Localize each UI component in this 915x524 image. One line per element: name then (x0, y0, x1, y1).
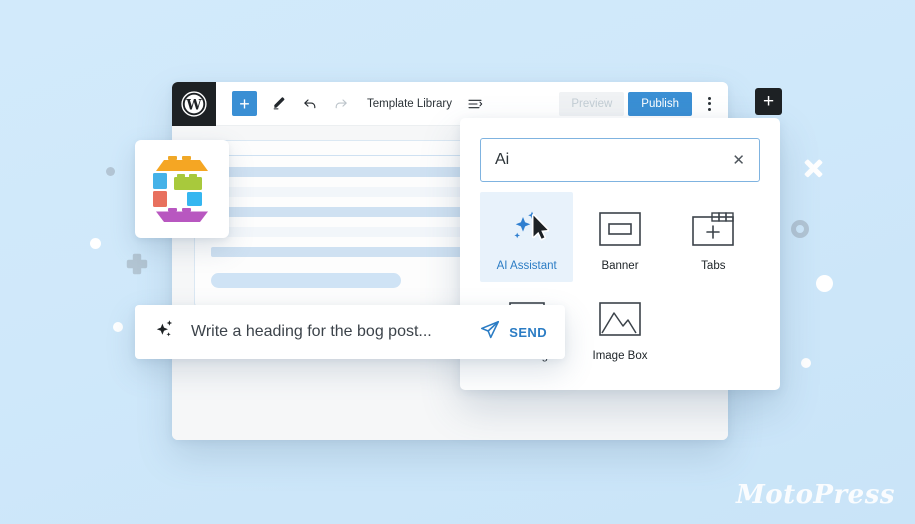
wordpress-icon[interactable]: W (172, 82, 216, 126)
plus-icon: + (762, 91, 775, 112)
decoration-dot-gray-left (106, 167, 115, 176)
decoration-dot-white-left (90, 238, 101, 249)
toolbar-actions: Preview Publish (559, 91, 728, 116)
publish-label: Publish (641, 97, 679, 110)
send-label: SEND (509, 324, 547, 340)
ai-prompt-input-value: Write a heading for the bog post... (191, 323, 432, 340)
block-tile-image-box[interactable]: Image Box (573, 282, 666, 372)
block-label: Tabs (701, 260, 726, 272)
svg-text:W: W (185, 97, 202, 113)
sparkles-icon (484, 206, 569, 252)
ai-prompt-bar[interactable]: Write a heading for the bog post... SEND (135, 305, 565, 359)
template-library-label: Template Library (367, 97, 453, 110)
close-icon[interactable]: ✕ (732, 153, 745, 168)
publish-button[interactable]: Publish (628, 91, 692, 116)
preview-label: Preview (571, 97, 613, 110)
template-library-button[interactable]: Template Library (367, 98, 452, 110)
decoration-dot-white-right-lower (801, 358, 811, 368)
decoration-dot-white-lower-left (113, 322, 123, 332)
decoration-x-icon (804, 159, 823, 178)
send-paper-plane-icon (479, 319, 501, 346)
block-label: AI Assistant (496, 260, 557, 272)
add-block-label: + (239, 93, 250, 114)
preview-button[interactable]: Preview (559, 91, 625, 116)
block-label: Image Box (592, 350, 648, 362)
tabs-icon (671, 206, 756, 252)
block-tile-tabs[interactable]: Tabs (667, 192, 760, 282)
canvas-placeholder-button[interactable] (211, 273, 401, 288)
decoration-ring (791, 220, 809, 238)
send-button[interactable]: SEND (479, 319, 547, 346)
decoration-plus-icon (126, 253, 148, 275)
image-box-icon (577, 296, 662, 342)
sparkles-icon (153, 318, 177, 347)
getwid-blocks-logo (153, 156, 208, 222)
banner-icon (577, 206, 662, 252)
list-view-icon[interactable] (467, 96, 483, 112)
undo-icon[interactable] (302, 96, 318, 112)
motopress-watermark: MotoPress (735, 480, 895, 510)
add-block-button[interactable]: + (232, 91, 257, 116)
redo-icon[interactable] (333, 96, 349, 112)
pencil-icon[interactable] (272, 96, 287, 111)
block-tile-banner[interactable]: Banner (573, 192, 666, 282)
search-input[interactable]: Ai ✕ (480, 138, 760, 182)
kebab-menu-icon[interactable] (698, 96, 720, 111)
outside-add-block-button[interactable]: + (755, 88, 782, 115)
getwid-blocks-logo-tile (135, 140, 229, 238)
search-input-value: Ai (495, 151, 510, 168)
decoration-dot-white-right (816, 275, 833, 292)
block-tile-ai-assistant[interactable]: AI Assistant (480, 192, 574, 282)
block-label: Banner (601, 260, 639, 272)
